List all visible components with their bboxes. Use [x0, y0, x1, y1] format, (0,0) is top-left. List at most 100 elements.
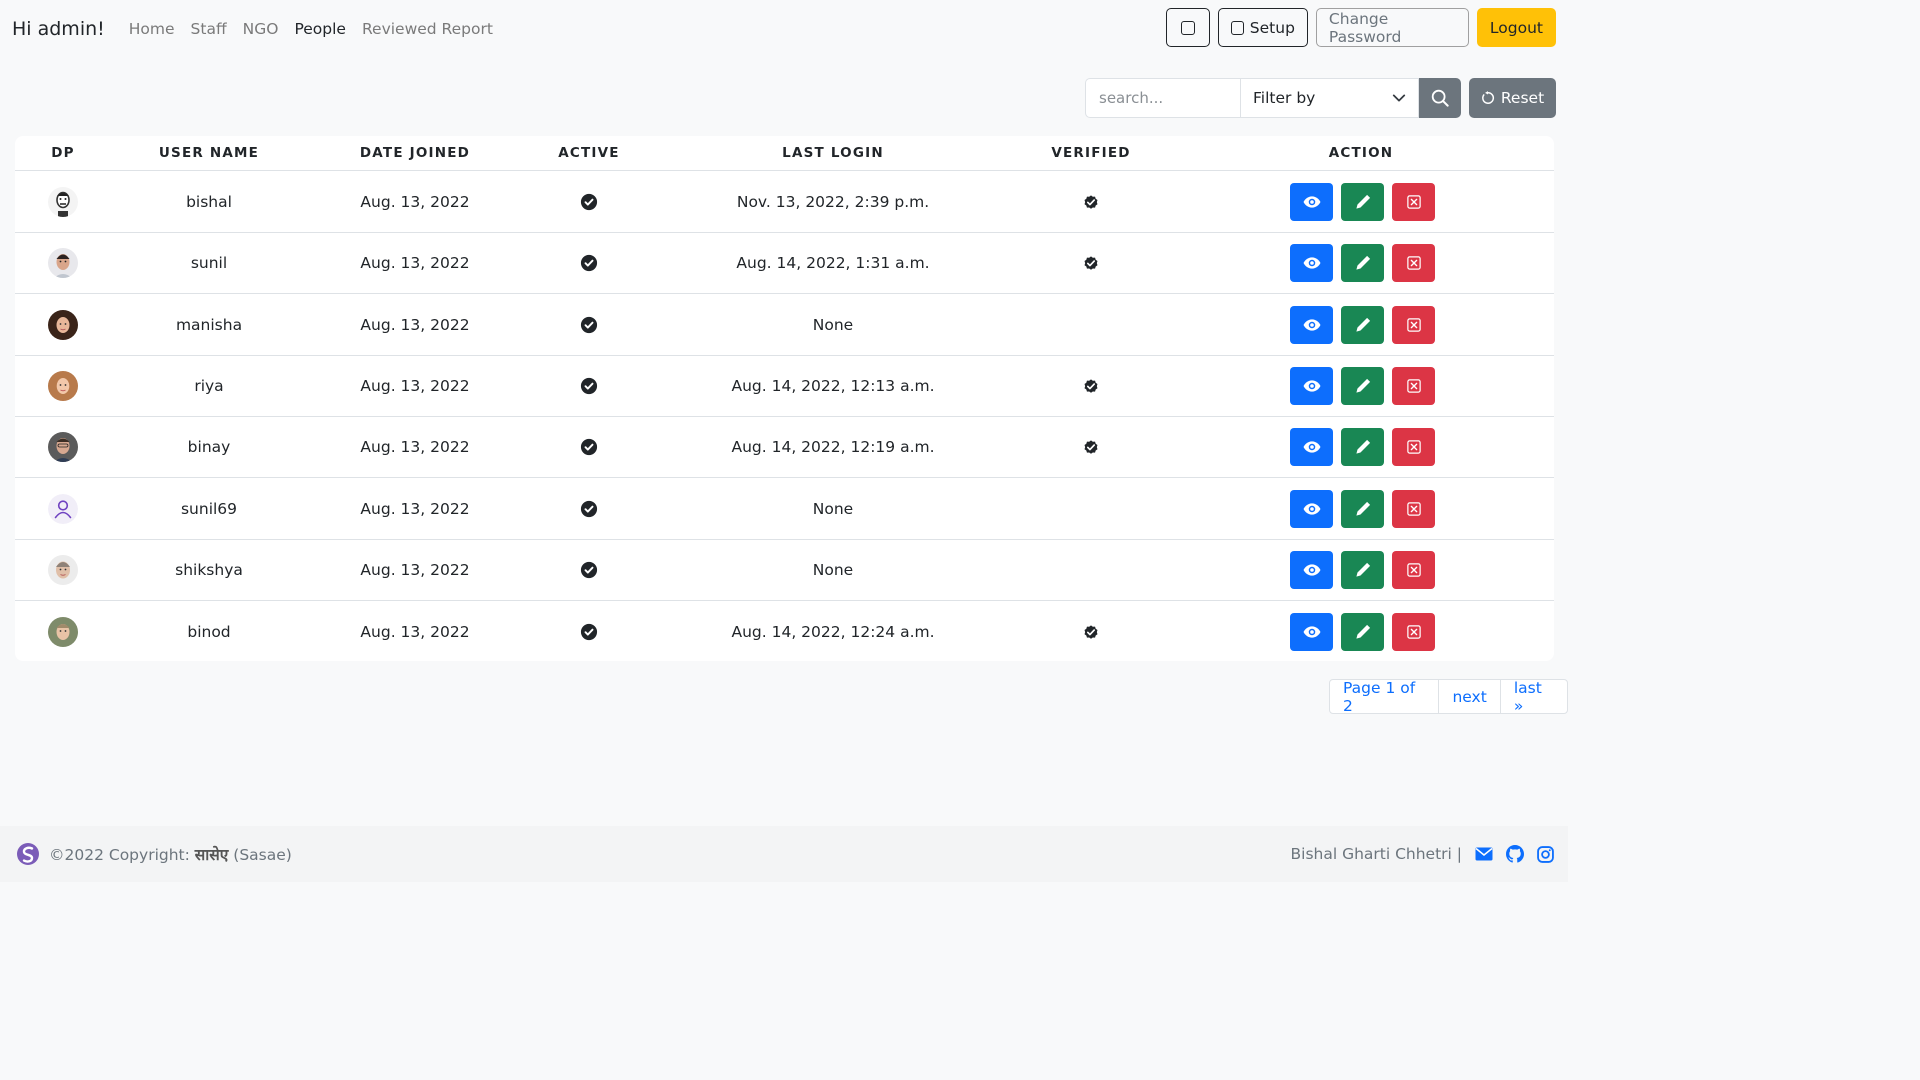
- avatar: [48, 616, 78, 647]
- table-row: sunil69 Aug. 13, 2022 None: [15, 479, 1554, 540]
- filter-label: Filter by: [1253, 89, 1316, 107]
- checkbox-icon: [1230, 20, 1244, 35]
- delete-button[interactable]: [1392, 183, 1435, 221]
- table-row: bishal Aug. 13, 2022 Nov. 13, 2022, 2:39 p…: [15, 172, 1554, 233]
- active-check-icon: [580, 193, 598, 211]
- edit-button[interactable]: [1341, 366, 1384, 405]
- delete-button[interactable]: [1392, 305, 1435, 344]
- username-cell: sunil69: [180, 499, 238, 518]
- date-joined-cell: Aug. 13, 2022: [360, 254, 470, 273]
- verified-badge-icon: [1083, 439, 1100, 456]
- delete-button[interactable]: [1392, 489, 1435, 528]
- view-button[interactable]: [1290, 550, 1333, 589]
- edit-button[interactable]: [1341, 489, 1384, 528]
- active-check-icon: [580, 623, 598, 640]
- delete-button[interactable]: [1392, 366, 1435, 405]
- edit-button[interactable]: [1341, 612, 1384, 651]
- edit-button[interactable]: [1341, 244, 1384, 283]
- table-row: manisha Aug. 13, 2022 None: [15, 295, 1554, 356]
- search-filter-group: search... Filter by: [1085, 78, 1461, 118]
- header-active: ACTIVE: [558, 145, 620, 161]
- delete-button[interactable]: [1392, 428, 1435, 467]
- nav-link-reviewed-report[interactable]: Reviewed Report: [362, 20, 493, 38]
- nav-link-home[interactable]: Home: [129, 20, 175, 38]
- brand-devanagari: सासेए: [194, 846, 229, 864]
- last-login-cell: None: [812, 499, 854, 518]
- delete-button[interactable]: [1392, 244, 1435, 283]
- chevron-down-icon: [1392, 94, 1406, 102]
- view-button[interactable]: [1290, 612, 1333, 651]
- search-button[interactable]: [1419, 78, 1461, 118]
- active-check-icon: [580, 561, 598, 578]
- last-login-cell: Aug. 14, 2022, 1:31 a.m.: [736, 254, 930, 273]
- setup-label: Setup: [1249, 18, 1295, 37]
- edit-button[interactable]: [1341, 428, 1384, 467]
- verified-badge-icon: [1083, 255, 1100, 272]
- eye-icon: [1303, 561, 1321, 579]
- close-icon: [1406, 379, 1421, 393]
- eye-icon: [1303, 500, 1321, 518]
- view-button[interactable]: [1290, 183, 1333, 221]
- instagram-icon[interactable]: [1537, 845, 1554, 863]
- edit-button[interactable]: [1341, 183, 1384, 221]
- close-icon: [1406, 317, 1421, 332]
- avatar: [48, 187, 78, 217]
- greeting-brand[interactable]: Hi admin!: [12, 18, 105, 40]
- reset-icon: [1481, 91, 1494, 104]
- edit-button[interactable]: [1341, 305, 1384, 344]
- header-dp: DP: [51, 145, 75, 161]
- date-joined-cell: Aug. 13, 2022: [360, 438, 470, 457]
- username-cell: shikshya: [175, 560, 243, 579]
- view-button[interactable]: [1290, 244, 1333, 283]
- sasae-logo-icon: [17, 843, 39, 865]
- avatar: [48, 432, 78, 463]
- reset-button[interactable]: Reset: [1469, 78, 1556, 118]
- nav-link-ngo[interactable]: NGO: [243, 20, 279, 38]
- delete-button[interactable]: [1392, 550, 1435, 589]
- view-button[interactable]: [1290, 305, 1333, 344]
- search-input[interactable]: search...: [1085, 78, 1240, 118]
- last-page-link[interactable]: last »: [1501, 679, 1567, 715]
- username-cell: binod: [187, 622, 231, 641]
- filter-select[interactable]: Filter by: [1240, 78, 1419, 118]
- active-check-icon: [580, 255, 598, 272]
- table-row: shikshya Aug. 13, 2022 None: [15, 540, 1554, 601]
- active-check-icon: [580, 500, 598, 517]
- logout-label: Logout: [1489, 18, 1543, 37]
- close-icon: [1406, 563, 1421, 577]
- table-row: sunil Aug. 13, 2022 Aug. 14, 2022, 1:31 a.…: [15, 233, 1554, 295]
- view-button[interactable]: [1290, 366, 1333, 405]
- theme-toggle-button[interactable]: [1165, 8, 1210, 47]
- avatar: [48, 493, 78, 524]
- setup-button[interactable]: Setup: [1217, 8, 1308, 47]
- last-login-cell: Nov. 13, 2022, 2:39 p.m.: [736, 193, 930, 211]
- last-login-cell: Aug. 14, 2022, 12:19 a.m.: [731, 438, 935, 457]
- edit-button[interactable]: [1341, 550, 1384, 589]
- footer: ©2022 Copyright: सासेए (Sasae) Bishal Gh…: [0, 826, 1568, 882]
- header-username: USER NAME: [158, 145, 260, 161]
- change-password-button[interactable]: Change Password: [1315, 8, 1469, 47]
- pencil-icon: [1355, 501, 1371, 517]
- github-icon[interactable]: [1506, 845, 1524, 863]
- page-indicator[interactable]: Page 1 of 2: [1330, 679, 1440, 715]
- active-check-icon: [580, 439, 598, 456]
- nav-link-people[interactable]: People: [294, 20, 346, 38]
- active-check-icon: [580, 377, 598, 394]
- pencil-icon: [1355, 194, 1371, 210]
- nav-actions: Setup Change Password Logout: [1165, 8, 1556, 47]
- author-name: Bishal Gharti Chhetri |: [1290, 845, 1463, 863]
- delete-button[interactable]: [1392, 612, 1435, 651]
- logout-button[interactable]: Logout: [1476, 8, 1556, 47]
- close-icon: [1406, 624, 1421, 639]
- mail-icon[interactable]: [1475, 847, 1493, 861]
- view-button[interactable]: [1290, 428, 1333, 467]
- last-login-cell: Aug. 14, 2022, 12:24 a.m.: [731, 622, 935, 641]
- copyright-text: ©2022 Copyright: सासेए (Sasae): [49, 843, 292, 865]
- view-button[interactable]: [1290, 489, 1333, 528]
- next-page-link[interactable]: next: [1439, 680, 1501, 713]
- active-check-icon: [580, 316, 598, 333]
- brand-latin: (Sasae): [233, 846, 292, 864]
- nav-link-staff[interactable]: Staff: [191, 20, 227, 38]
- verified-badge-icon: [1083, 377, 1100, 394]
- username-cell: riya: [194, 376, 224, 395]
